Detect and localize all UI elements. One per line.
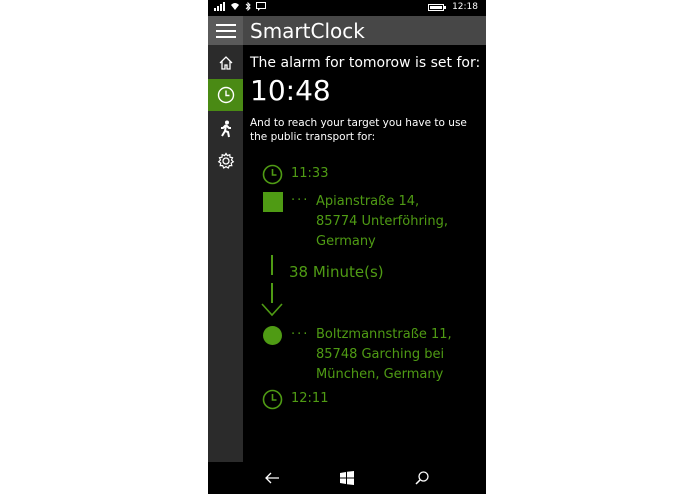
alarm-label: The alarm for tomorow is set for: — [250, 55, 481, 71]
departure-clock-icon — [262, 164, 283, 185]
clock-icon — [217, 86, 234, 104]
sidebar-item-transport[interactable] — [208, 113, 243, 145]
home-icon — [219, 56, 232, 70]
status-time: 12:18 — [452, 2, 478, 12]
destination-dots: ··· — [291, 327, 310, 342]
destination-address-line: Boltzmannstraße 11, — [316, 327, 452, 342]
system-nav-bar — [208, 462, 486, 494]
origin-address-line: Germany — [316, 234, 376, 249]
start-button[interactable] — [335, 468, 359, 488]
travel-duration: 38 Minute(s) — [289, 263, 384, 281]
windows-logo-icon — [340, 471, 354, 485]
back-button[interactable] — [260, 468, 284, 488]
app-title: SmartClock — [250, 19, 365, 43]
app-header: SmartClock — [208, 16, 486, 45]
sidebar-item-settings[interactable] — [208, 145, 243, 177]
wifi-icon — [231, 3, 239, 10]
arrival-time: 12:11 — [291, 391, 329, 406]
route-connector-line — [271, 255, 273, 275]
sidebar-item-home[interactable] — [208, 47, 243, 79]
sidebar-item-alarm[interactable] — [208, 79, 243, 111]
origin-address: Apianstraße 14, 85774 Unterföhring, Germ… — [316, 192, 448, 252]
destination-address-line: 85748 Garching bei — [316, 347, 445, 362]
signal-strength-icon — [214, 2, 225, 11]
battery-icon — [428, 3, 447, 11]
arrow-down-icon — [261, 303, 283, 317]
phone-screen: 12:18 SmartClock The alarm for tomorow i… — [208, 0, 486, 494]
walking-person-icon — [220, 120, 231, 138]
bluetooth-icon — [245, 2, 251, 11]
status-bar: 12:18 — [208, 0, 486, 16]
main-content: The alarm for tomorow is set for: 10:48 … — [243, 45, 486, 462]
destination-address-line: München, Germany — [316, 367, 444, 382]
hamburger-menu-icon[interactable] — [208, 16, 243, 45]
origin-dots: ··· — [291, 193, 310, 208]
search-icon — [415, 471, 429, 485]
route-connector-line — [271, 283, 273, 303]
transport-label: And to reach your target you have to use… — [250, 117, 467, 143]
alarm-time: 10:48 — [250, 74, 331, 107]
destination-address: Boltzmannstraße 11, 85748 Garching bei M… — [316, 325, 452, 385]
gear-icon — [217, 152, 234, 169]
destination-stop-icon — [263, 326, 282, 345]
sidebar — [208, 45, 243, 462]
arrival-clock-icon — [262, 389, 283, 410]
origin-address-line: 85774 Unterföhring, — [316, 214, 449, 229]
message-icon — [256, 2, 266, 11]
search-button[interactable] — [410, 468, 434, 488]
back-arrow-icon — [265, 472, 279, 484]
origin-stop-icon — [263, 192, 283, 212]
origin-address-line: Apianstraße 14, — [316, 194, 420, 209]
departure-time: 11:33 — [291, 166, 329, 181]
